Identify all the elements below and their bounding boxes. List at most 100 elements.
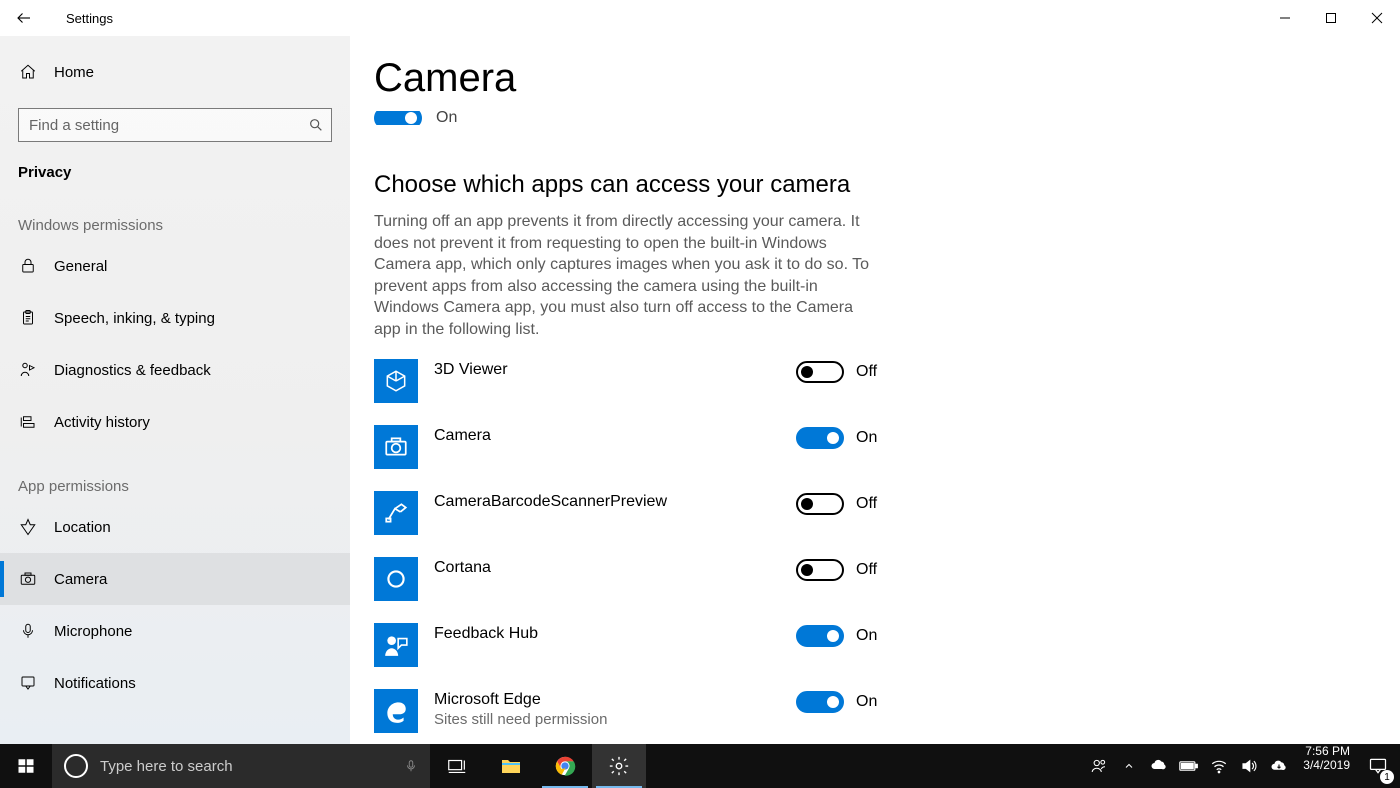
- app-toggle[interactable]: [796, 559, 844, 581]
- home-label: Home: [54, 64, 94, 81]
- app-toggle[interactable]: [796, 361, 844, 383]
- app-row-barcode: CameraBarcodeScannerPreview Off: [374, 491, 884, 535]
- minimize-button[interactable]: [1262, 0, 1308, 36]
- time: 7:56 PM: [1303, 744, 1350, 758]
- sidebar-item-microphone[interactable]: Microphone: [0, 605, 350, 657]
- sidebar-item-camera[interactable]: Camera: [0, 553, 350, 605]
- mic-icon[interactable]: [404, 756, 418, 776]
- notification-badge: 1: [1380, 770, 1394, 784]
- microphone-icon: [18, 622, 38, 640]
- toggle-label: Off: [856, 561, 884, 579]
- app-icon-cortana: [374, 557, 418, 601]
- sidebar-item-label: Location: [54, 519, 111, 536]
- search-wrap: [18, 108, 332, 142]
- app-icon-camera: [374, 425, 418, 469]
- taskbar: Type here to search 7:56 PM 3/4/2019 1: [0, 744, 1400, 788]
- app-name: CameraBarcodeScannerPreview: [434, 493, 667, 510]
- close-button[interactable]: [1354, 0, 1400, 36]
- sidebar-item-label: Notifications: [54, 675, 136, 692]
- sidebar-item-speech[interactable]: Speech, inking, & typing: [0, 292, 350, 344]
- toggle-label: Off: [856, 363, 884, 381]
- clipboard-icon: [18, 309, 38, 327]
- action-center-button[interactable]: 1: [1356, 744, 1400, 788]
- app-icon-3d-viewer: [374, 359, 418, 403]
- app-icon-barcode: [374, 491, 418, 535]
- toggle-label: On: [436, 111, 464, 125]
- app-name: Feedback Hub: [434, 625, 538, 642]
- sidebar-item-label: Diagnostics & feedback: [54, 362, 211, 379]
- app-row-feedback-hub: Feedback Hub On: [374, 623, 884, 667]
- search-input[interactable]: [18, 108, 332, 142]
- app-row-cortana: Cortana Off: [374, 557, 884, 601]
- titlebar: Settings: [0, 0, 1400, 36]
- feedback-icon: [18, 361, 38, 379]
- wifi-icon[interactable]: [1209, 756, 1229, 776]
- maximize-button[interactable]: [1308, 0, 1354, 36]
- people-icon[interactable]: [1089, 756, 1109, 776]
- start-button[interactable]: [0, 744, 52, 788]
- settings-button[interactable]: [592, 744, 646, 788]
- app-icon-edge: [374, 689, 418, 733]
- clock[interactable]: 7:56 PM 3/4/2019: [1297, 744, 1356, 788]
- category-label: Privacy: [0, 142, 350, 187]
- app-toggle[interactable]: [796, 625, 844, 647]
- main-content: Camera On Choose which apps can access y…: [350, 36, 1400, 744]
- master-camera-toggle[interactable]: [374, 111, 422, 125]
- sidebar-item-general[interactable]: General: [0, 240, 350, 292]
- home-nav[interactable]: Home: [0, 44, 350, 100]
- toggle-label: On: [856, 693, 884, 711]
- taskbar-search[interactable]: Type here to search: [52, 744, 430, 788]
- app-row-3d-viewer: 3D Viewer Off: [374, 359, 884, 403]
- battery-icon[interactable]: [1179, 756, 1199, 776]
- app-row-edge: Microsoft Edge Sites still need permissi…: [374, 689, 884, 733]
- toggle-label: Off: [856, 495, 884, 513]
- tray-chevron-icon[interactable]: [1119, 756, 1139, 776]
- app-row-camera: Camera On: [374, 425, 884, 469]
- taskbar-search-placeholder: Type here to search: [100, 758, 392, 775]
- sidebar-item-label: Camera: [54, 571, 107, 588]
- system-tray: [1081, 744, 1297, 788]
- sidebar-item-diagnostics[interactable]: Diagnostics & feedback: [0, 344, 350, 396]
- section-description: Turning off an app prevents it from dire…: [374, 211, 874, 341]
- group-windows-permissions: Windows permissions: [0, 187, 350, 240]
- onedrive-icon[interactable]: [1149, 756, 1169, 776]
- sidebar-item-label: General: [54, 258, 107, 275]
- notification-icon: [18, 674, 38, 692]
- app-toggle[interactable]: [796, 691, 844, 713]
- task-view-button[interactable]: [430, 744, 484, 788]
- chrome-button[interactable]: [538, 744, 592, 788]
- sidebar: Home Privacy Windows permissions General…: [0, 36, 350, 744]
- app-toggle[interactable]: [796, 493, 844, 515]
- home-icon: [18, 63, 38, 81]
- file-explorer-button[interactable]: [484, 744, 538, 788]
- toggle-label: On: [856, 429, 884, 447]
- section-heading: Choose which apps can access your camera: [374, 171, 1370, 199]
- lock-icon: [18, 257, 38, 275]
- app-name: Camera: [434, 427, 491, 444]
- sidebar-item-location[interactable]: Location: [0, 501, 350, 553]
- back-button[interactable]: [0, 0, 48, 36]
- sidebar-item-label: Activity history: [54, 414, 150, 431]
- master-toggle-partial: On: [374, 111, 1370, 125]
- page-title: Camera: [374, 56, 1370, 101]
- app-name: Cortana: [434, 559, 491, 576]
- app-toggle[interactable]: [796, 427, 844, 449]
- app-subtext: Sites still need permission: [434, 711, 780, 728]
- app-name: 3D Viewer: [434, 361, 508, 378]
- sidebar-item-notifications[interactable]: Notifications: [0, 657, 350, 709]
- group-app-permissions: App permissions: [0, 448, 350, 501]
- sidebar-item-activity[interactable]: Activity history: [0, 396, 350, 448]
- sidebar-item-label: Microphone: [54, 623, 132, 640]
- sidebar-item-label: Speech, inking, & typing: [54, 310, 215, 327]
- app-list: 3D Viewer Off Camera On CameraBarcodeSca…: [374, 359, 884, 744]
- cloud-sync-icon[interactable]: [1269, 756, 1289, 776]
- app-icon-feedback-hub: [374, 623, 418, 667]
- location-icon: [18, 518, 38, 536]
- volume-icon[interactable]: [1239, 756, 1259, 776]
- window-controls: [1262, 0, 1400, 36]
- camera-icon: [18, 570, 38, 588]
- window-title: Settings: [66, 11, 113, 26]
- timeline-icon: [18, 413, 38, 431]
- date: 3/4/2019: [1303, 758, 1350, 772]
- app-name: Microsoft Edge: [434, 691, 780, 709]
